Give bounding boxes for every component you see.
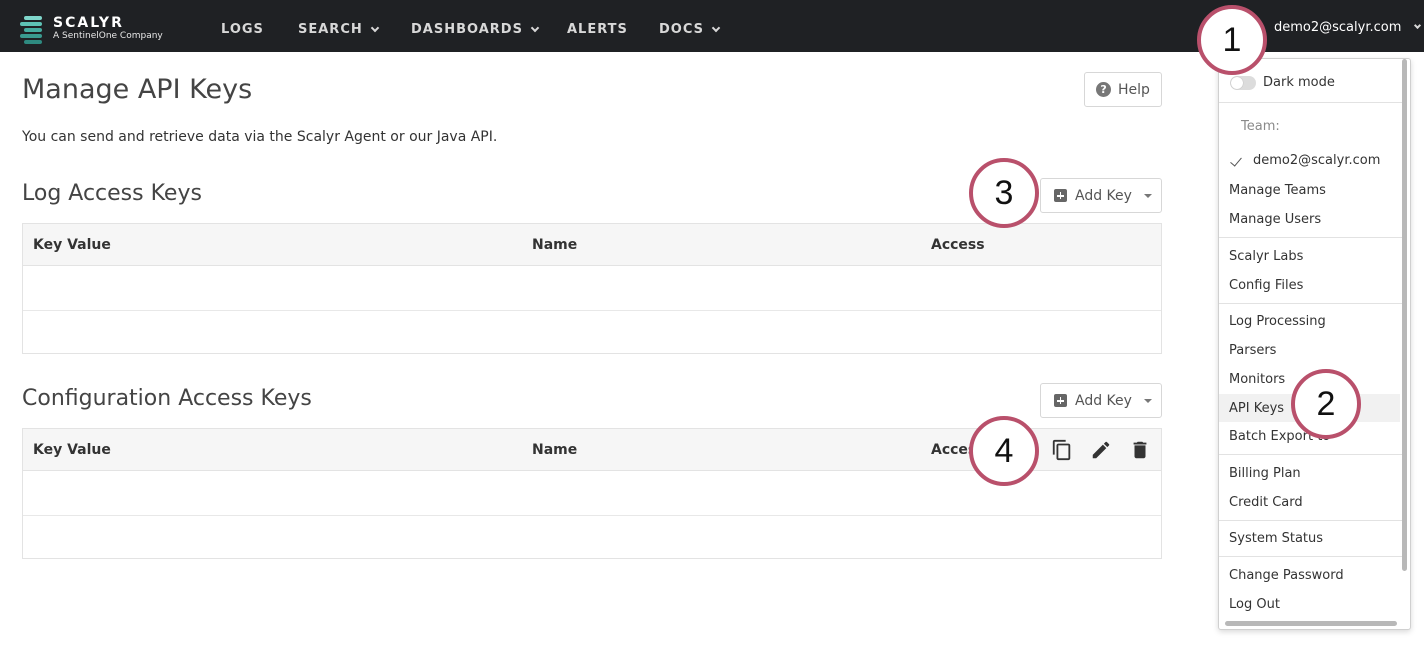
chevron-down-icon	[530, 23, 540, 32]
chevron-down-icon	[1414, 21, 1422, 30]
menu-item-credit-card[interactable]: Credit Card	[1229, 495, 1303, 510]
nav-docs-label: DOCS	[659, 22, 704, 37]
user-dropdown-menu: Dark mode Team: demo2@scalyr.com Manage …	[1218, 58, 1411, 630]
caret-down-icon	[1143, 398, 1152, 403]
copy-icon[interactable]	[1051, 439, 1073, 461]
menu-item-manage-users[interactable]: Manage Users	[1229, 212, 1321, 227]
table-row[interactable]	[23, 311, 1161, 353]
column-name[interactable]: Name	[532, 237, 577, 253]
nav-logs[interactable]: LOGS	[221, 22, 264, 37]
user-menu-toggle[interactable]: demo2@scalyr.com	[1274, 20, 1422, 35]
add-config-key-button[interactable]: Add Key	[1040, 383, 1162, 418]
edit-icon[interactable]	[1090, 439, 1112, 461]
menu-item-manage-teams[interactable]: Manage Teams	[1229, 183, 1326, 198]
menu-item-parsers[interactable]: Parsers	[1229, 343, 1276, 358]
checkmark-icon	[1230, 154, 1242, 167]
menu-item-change-password[interactable]: Change Password	[1229, 568, 1344, 583]
page-intro: You can send and retrieve data via the S…	[22, 129, 498, 145]
brand-name: SCALYR	[53, 15, 124, 31]
row-action-icons	[1051, 439, 1151, 461]
nav-logs-label: LOGS	[221, 22, 264, 37]
menu-divider	[1219, 454, 1402, 455]
plus-square-icon	[1054, 189, 1067, 202]
delete-icon[interactable]	[1129, 439, 1151, 461]
menu-divider	[1219, 520, 1402, 521]
menu-divider	[1219, 556, 1402, 557]
help-button-label: Help	[1118, 81, 1150, 98]
page-title: Manage API Keys	[22, 74, 253, 105]
callout-badge-1: 1	[1197, 5, 1267, 75]
add-key-label: Add Key	[1075, 392, 1132, 409]
menu-item-monitors[interactable]: Monitors	[1229, 372, 1285, 387]
menu-item-api-keys[interactable]: API Keys	[1229, 401, 1284, 416]
menu-item-team-current[interactable]: demo2@scalyr.com	[1253, 153, 1380, 168]
column-key-value[interactable]: Key Value	[33, 442, 111, 458]
column-key-value[interactable]: Key Value	[33, 237, 111, 253]
configuration-access-keys-heading: Configuration Access Keys	[22, 386, 312, 411]
log-access-keys-table: Key Value Name Access	[22, 223, 1162, 354]
callout-badge-4: 4	[969, 416, 1039, 486]
dark-mode-toggle[interactable]	[1230, 76, 1256, 90]
user-email: demo2@scalyr.com	[1274, 20, 1402, 35]
menu-divider	[1219, 237, 1402, 238]
menu-item-scalyr-labs[interactable]: Scalyr Labs	[1229, 249, 1303, 264]
scalyr-logo[interactable]: SCALYR A SentinelOne Company	[20, 14, 170, 46]
menu-item-config-files[interactable]: Config Files	[1229, 278, 1303, 293]
menu-horizontal-scrollbar[interactable]	[1225, 621, 1397, 626]
menu-divider	[1219, 303, 1402, 304]
nav-alerts[interactable]: ALERTS	[567, 22, 628, 37]
menu-vertical-scrollbar[interactable]	[1402, 59, 1407, 571]
nav-dashboards-label: DASHBOARDS	[411, 22, 523, 37]
menu-item-billing-plan[interactable]: Billing Plan	[1229, 466, 1301, 481]
add-log-key-button[interactable]: Add Key	[1040, 178, 1162, 213]
menu-item-system-status[interactable]: System Status	[1229, 531, 1323, 546]
team-label: Team:	[1241, 119, 1280, 134]
plus-square-icon	[1054, 394, 1067, 407]
menu-item-log-out[interactable]: Log Out	[1229, 597, 1280, 612]
help-icon: ?	[1096, 82, 1112, 97]
column-access[interactable]: Access	[931, 237, 985, 253]
add-key-label: Add Key	[1075, 187, 1132, 204]
menu-item-log-processing[interactable]: Log Processing	[1229, 314, 1326, 329]
dark-mode-label: Dark mode	[1263, 75, 1335, 90]
column-name[interactable]: Name	[532, 442, 577, 458]
help-button[interactable]: ? Help	[1084, 72, 1162, 107]
brand-tagline: A SentinelOne Company	[53, 31, 163, 41]
table-row[interactable]	[23, 266, 1161, 311]
nav-dashboards[interactable]: DASHBOARDS	[411, 22, 540, 37]
caret-down-icon	[1143, 193, 1152, 198]
chevron-down-icon	[370, 23, 379, 32]
logo-mark-icon	[20, 14, 46, 46]
log-access-keys-heading: Log Access Keys	[22, 181, 202, 206]
callout-badge-2: 2	[1291, 369, 1361, 439]
nav-alerts-label: ALERTS	[567, 22, 628, 37]
table-header: Key Value Name Access	[23, 224, 1161, 266]
nav-search-label: SEARCH	[298, 22, 363, 37]
nav-search[interactable]: SEARCH	[298, 22, 379, 37]
chevron-down-icon	[711, 23, 721, 32]
nav-docs[interactable]: DOCS	[659, 22, 721, 37]
menu-divider	[1219, 102, 1402, 103]
table-row[interactable]	[23, 516, 1161, 558]
callout-badge-3: 3	[969, 158, 1039, 228]
